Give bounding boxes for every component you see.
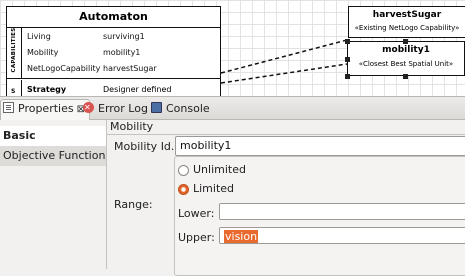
- harvest-sugar-node[interactable]: harvestSugar «Existing NetLogo Capabilit…: [348, 6, 465, 38]
- capability-name: NetLogoCapability: [27, 64, 101, 73]
- category-basic[interactable]: Basic: [0, 126, 106, 146]
- capability-name: Mobility: [27, 48, 59, 57]
- range-label: Range:: [114, 198, 153, 211]
- upper-value-selected: vision: [224, 230, 259, 243]
- node-title: harvestSugar: [372, 10, 442, 20]
- selection-handle[interactable]: [345, 57, 350, 62]
- automaton-title: Automaton: [7, 7, 220, 28]
- property-category-list: Basic Objective Function: [0, 120, 107, 269]
- lower-field[interactable]: [219, 203, 465, 220]
- selection-handle[interactable]: [403, 74, 408, 79]
- strategy-name: Strategy: [27, 85, 67, 94]
- divider: [7, 78, 220, 79]
- section-divider: [107, 134, 465, 135]
- properties-icon: [3, 102, 14, 113]
- upper-field[interactable]: vision: [219, 227, 465, 244]
- strategy-value: Designer defined: [103, 85, 172, 94]
- tab-error-log[interactable]: Error Log: [83, 99, 148, 118]
- diagram-canvas[interactable]: Automaton CAPABILITIES Living surviving1…: [0, 0, 465, 96]
- selection-handle[interactable]: [345, 39, 350, 44]
- error-log-icon: [83, 99, 94, 117]
- node-stereotype: «Closest Best Spatial Unit»: [358, 60, 454, 68]
- automaton-node[interactable]: Automaton CAPABILITIES Living surviving1…: [6, 6, 221, 96]
- section-title: Mobility: [110, 120, 154, 133]
- capability-value: surviving1: [103, 32, 145, 41]
- radio-limited-label[interactable]: Limited: [193, 182, 234, 195]
- capabilities-band: CAPABILITIES: [7, 27, 22, 78]
- mobility-id-field[interactable]: mobility1: [175, 136, 465, 156]
- radio-unlimited[interactable]: [178, 165, 189, 176]
- console-icon: [151, 102, 162, 113]
- range-group: Unlimited Limited Lower: Upper: vision: [174, 156, 465, 276]
- property-form: Mobility Mobility Id.: mobility1 Unlimit…: [107, 120, 465, 276]
- selection-handle[interactable]: [345, 74, 350, 79]
- lower-label: Lower:: [178, 207, 215, 220]
- tab-console[interactable]: Console: [151, 100, 210, 118]
- capability-name: Living: [27, 32, 51, 41]
- tab-label: Error Log: [98, 102, 148, 115]
- tab-label: Properties: [18, 102, 74, 115]
- node-title: mobility1: [382, 45, 430, 55]
- capability-value: mobility1: [103, 48, 141, 57]
- mobility-node[interactable]: mobility1 «Closest Best Spatial Unit»: [347, 41, 465, 76]
- category-objective-function[interactable]: Objective Function: [0, 146, 106, 166]
- upper-label: Upper:: [178, 231, 215, 244]
- tab-label: Console: [166, 102, 210, 115]
- mobility-id-label: Mobility Id.:: [114, 140, 179, 153]
- node-stereotype: «Existing NetLogo Capability»: [354, 24, 460, 32]
- tab-properties[interactable]: Properties ⊠: [0, 99, 90, 121]
- view-tab-bar: Properties⊠ Error Log Console: [0, 96, 465, 121]
- strategy-band: S: [7, 80, 22, 96]
- capabilities-band-label: CAPABILITIES: [11, 27, 17, 73]
- capability-value: harvestSugar: [103, 64, 157, 73]
- radio-unlimited-label[interactable]: Unlimited: [193, 163, 246, 176]
- radio-limited[interactable]: [178, 184, 189, 195]
- selection-handle[interactable]: [403, 39, 408, 44]
- strategy-band-label: S: [11, 88, 16, 95]
